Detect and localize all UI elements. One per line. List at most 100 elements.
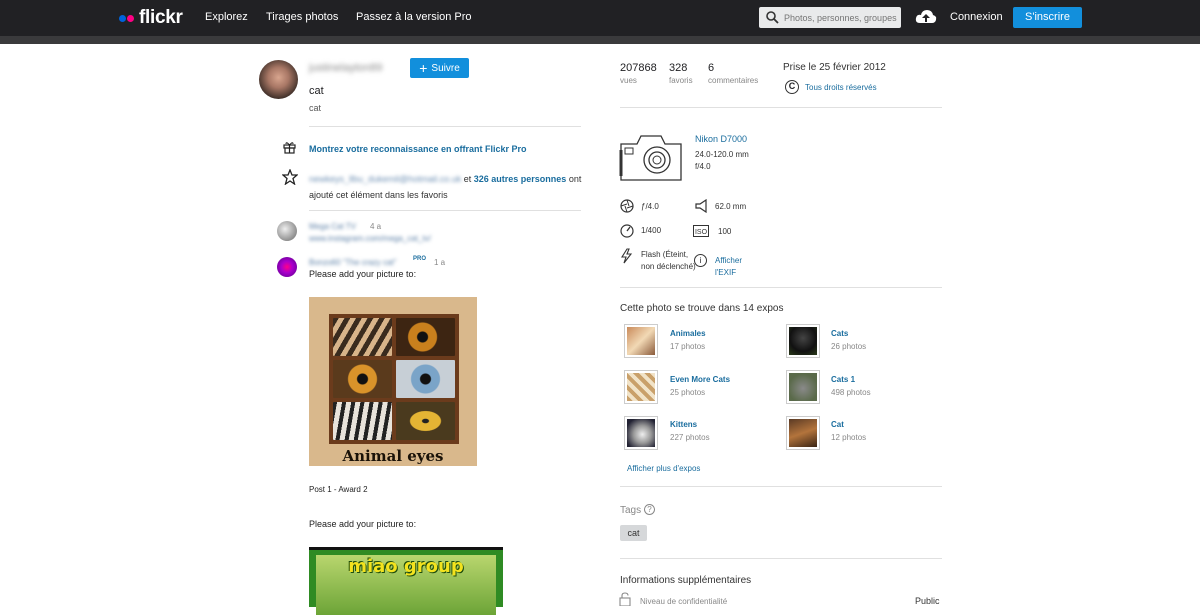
miao-group-image[interactable]: miao group: [309, 547, 503, 615]
faves-count: 328: [669, 62, 688, 74]
eye-tile: [396, 402, 455, 440]
owner-name[interactable]: justinelayton89: [309, 62, 382, 74]
eye-tile: [333, 402, 392, 440]
divider: [620, 107, 942, 108]
eye-tile: [333, 360, 392, 398]
divider: [620, 287, 942, 288]
comment-text: Please add your picture to:: [309, 519, 417, 529]
nav-go-pro[interactable]: Passez à la version Pro: [356, 11, 472, 23]
exif-iso: 100: [718, 227, 732, 236]
camera-lens: 24.0-120.0 mm: [695, 150, 749, 159]
login-link[interactable]: Connexion: [950, 11, 1003, 23]
album-count: 12 photos: [831, 433, 867, 442]
album-count: 17 photos: [670, 342, 706, 351]
album-thumb-even-more-cats[interactable]: [624, 370, 658, 404]
album-thumb-cats[interactable]: [786, 324, 820, 358]
logo-text: flickr: [139, 7, 183, 28]
comment-link[interactable]: www.instagram.com/mega_cat_tv/: [309, 234, 431, 243]
commenter-avatar[interactable]: [277, 221, 297, 241]
album-name[interactable]: Kittens: [670, 420, 697, 429]
divider: [309, 126, 581, 127]
album-count: 227 photos: [670, 433, 710, 442]
comments-count: 6: [708, 62, 715, 74]
nav-prints[interactable]: Tirages photos: [266, 11, 338, 23]
views-label: vues: [620, 76, 637, 85]
animal-eyes-group-image[interactable]: Animal eyes: [309, 297, 477, 466]
album-name[interactable]: Cats 1: [831, 375, 855, 384]
gift-icon: [283, 142, 296, 154]
exif-focal-length: 62.0 mm: [715, 202, 747, 211]
focal-length-icon: [695, 199, 707, 213]
search-box[interactable]: [759, 7, 901, 28]
other-favers-link[interactable]: 326 autres personnes: [474, 174, 567, 184]
photo-description: cat: [309, 103, 322, 113]
comment-author[interactable]: Bonzo60 "The crazy cat": [309, 258, 397, 267]
help-icon[interactable]: ?: [644, 504, 655, 515]
copyright-icon: C: [785, 80, 799, 94]
comment-text: Please add your picture to:: [309, 269, 417, 279]
tag-chip[interactable]: cat: [620, 525, 647, 541]
follow-button[interactable]: + Suivre: [410, 58, 469, 78]
album-thumb-kittens[interactable]: [624, 416, 658, 450]
lock-icon: [619, 592, 631, 606]
comment-time: 1 a: [434, 258, 446, 267]
album-name[interactable]: Animales: [670, 329, 706, 338]
album-name[interactable]: Cat: [831, 420, 844, 429]
iso-icon: ISO: [693, 225, 709, 237]
album-thumb-cat[interactable]: [786, 416, 820, 450]
signup-button[interactable]: S'inscrire: [1013, 7, 1082, 28]
faves-connector: et: [463, 174, 472, 184]
pro-badge: PRO: [413, 256, 427, 262]
logo-blue-dot: [119, 14, 126, 22]
post-award-label: Post 1 - Award 2: [309, 485, 368, 494]
album-thumb-image: [627, 419, 655, 447]
eye-tile: [396, 318, 455, 356]
flash-icon: [621, 248, 633, 264]
album-thumb-image: [789, 419, 817, 447]
album-name[interactable]: Cats: [831, 329, 848, 338]
camera-model-link[interactable]: Nikon D7000: [695, 134, 747, 144]
album-count: 25 photos: [670, 388, 706, 397]
commenter-avatar[interactable]: [277, 257, 297, 277]
upload-cloud-icon[interactable]: [915, 8, 937, 26]
first-faver-link[interactable]: newkeys_llbu_dukemil@hotmail.co.uk: [309, 174, 461, 184]
more-info-title: Informations supplémentaires: [620, 575, 752, 586]
album-thumb-animales[interactable]: [624, 324, 658, 358]
nav-explore[interactable]: Explorez: [205, 11, 248, 23]
image-caption: Animal eyes: [342, 447, 444, 465]
privacy-label: Niveau de confidentialité: [640, 597, 728, 606]
album-thumb-cats-1[interactable]: [786, 370, 820, 404]
eyes-collage: [329, 314, 459, 444]
camera-icon: [619, 135, 682, 181]
date-taken: Prise le 25 février 2012: [783, 62, 886, 73]
faves-label: favoris: [669, 76, 693, 85]
eye-tile: [333, 318, 392, 356]
album-count: 26 photos: [831, 342, 867, 351]
owner-avatar[interactable]: [259, 60, 298, 99]
image-caption: miao group: [348, 556, 464, 577]
faves-summary: newkeys_llbu_dukemil@hotmail.co.uk et 32…: [309, 171, 589, 203]
show-more-albums-link[interactable]: Afficher plus d'expos: [627, 464, 700, 473]
flickr-logo[interactable]: flickr: [119, 7, 183, 29]
show-exif-link[interactable]: Afficher l'EXIF: [715, 255, 755, 279]
top-navigation-bar: flickr Explorez Tirages photos Passez à …: [0, 0, 1200, 36]
rights-link[interactable]: Tous droits réservés: [805, 83, 877, 92]
logo-pink-dot: [127, 14, 134, 22]
gift-pro-link[interactable]: Montrez votre reconnaissance en offrant …: [309, 144, 527, 154]
search-icon: [766, 11, 779, 24]
exif-aperture: ƒ/4.0: [641, 202, 659, 211]
divider: [309, 210, 581, 211]
camera-aperture: f/4.0: [695, 162, 711, 171]
albums-title: Cette photo se trouve dans 14 expos: [620, 303, 784, 314]
views-count: 207868: [620, 62, 657, 74]
eye-tile: [396, 360, 455, 398]
svg-text:ISO: ISO: [695, 229, 708, 236]
comment-author[interactable]: Mega Cat TV: [309, 222, 356, 231]
follow-label: Suivre: [431, 62, 460, 74]
exif-shutter: 1/400: [641, 226, 662, 235]
photo-title: cat: [309, 85, 324, 97]
info-icon: i: [694, 254, 707, 267]
album-name[interactable]: Even More Cats: [670, 375, 730, 384]
search-input[interactable]: [784, 7, 899, 28]
album-thumb-image: [627, 373, 655, 401]
